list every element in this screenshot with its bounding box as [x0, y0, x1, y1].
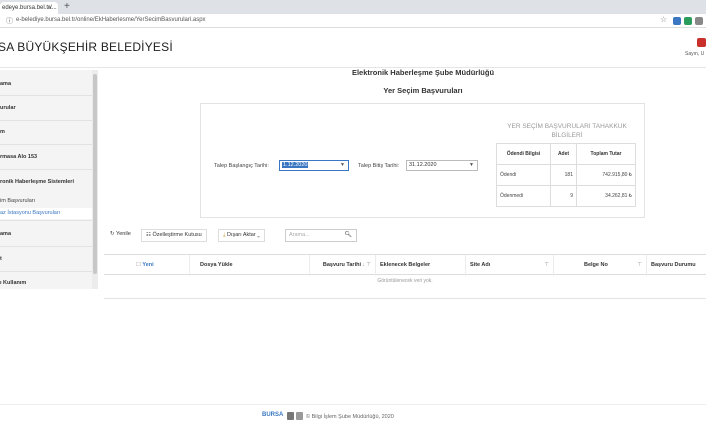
column-header-doc-no[interactable]: Belge No ⊤ [554, 255, 647, 276]
close-tab-icon[interactable]: × [48, 4, 52, 14]
extension-icon[interactable] [684, 17, 692, 25]
start-date-value: 1.12.2020 [282, 162, 309, 168]
customize-label: Özelleştirme Kutusu [152, 232, 202, 238]
tahakkuk-title: YER SEÇİM BAŞVURULARI TAHAKKUK BİLGİLERİ [507, 123, 627, 139]
grid-header: ☐ Yeni Dosya Yükle Başvuru Tarihi ↓ ⊤ Ek… [104, 254, 706, 276]
refresh-icon: ↻ [110, 231, 115, 237]
footer-divider [0, 404, 706, 405]
doc-no-column-label: Belge No [584, 262, 608, 268]
sidebar-item[interactable]: ı Kullanım [0, 280, 92, 286]
table-cell: 742.915,80 ₺ [576, 164, 636, 186]
tahakkuk-table: Ödendi Bilgisi Adet Toplam Tutar Ödendi … [496, 143, 636, 207]
customize-button[interactable]: ☷ Özelleştirme Kutusu [141, 229, 207, 242]
sidebar-item[interactable]: ama [0, 231, 92, 237]
column-header: Adet [550, 143, 577, 165]
footer-copyright: © Bilgi İşlem Şube Müdürlüğü, 2020 [306, 414, 394, 420]
info-icon[interactable]: ⓘ [6, 16, 13, 26]
column-header: Toplam Tutar [576, 143, 636, 165]
sidebar-scrollbar-thumb[interactable] [93, 74, 97, 274]
bursa-logo: BURSA [262, 412, 284, 418]
divider [0, 95, 92, 96]
sidebar-item[interactable]: rmasa Alo 153 [0, 154, 92, 160]
star-icon[interactable]: ☆ [660, 15, 668, 24]
divider [104, 298, 706, 299]
table-cell: Ödendi [496, 164, 551, 186]
sidebar-item[interactable]: ama [0, 81, 92, 87]
address-bar: ⓘ e-belediye.bursa.bel.tr/online/EkHaber… [0, 14, 706, 28]
table-cell: Ödenmedi [496, 185, 551, 207]
divider [0, 144, 92, 145]
list-icon: ☷ [146, 232, 151, 238]
column-header-documents[interactable]: Eklenecek Belgeler [376, 255, 466, 276]
table-cell: 181 [550, 164, 577, 186]
partner-logo [296, 412, 303, 420]
divider [0, 120, 92, 121]
extension-icon[interactable] [695, 17, 703, 25]
divider [0, 169, 92, 170]
export-icon: ⤓ [223, 232, 226, 238]
url-field[interactable]: e-belediye.bursa.bel.tr/online/EkHaberle… [16, 17, 206, 23]
refresh-label: Yenile [116, 231, 131, 237]
start-date-label: Talep Başlangıç Tarihi: [214, 163, 269, 169]
new-link[interactable]: Yeni [142, 262, 153, 268]
filter-icon[interactable]: ↓ ⊤ [362, 255, 371, 276]
user-name[interactable]: Sayın, U [685, 51, 704, 57]
date-column-label: Başvuru Tarihi [322, 262, 361, 268]
site-title: SA BÜYÜKŞEHİR BELEDİYESİ [0, 40, 173, 54]
table-cell: 34.262,81 ₺ [576, 185, 636, 207]
search-placeholder: Arama... [289, 232, 310, 238]
sidebar-subitem[interactable]: im Başvuruları [0, 196, 92, 207]
site-header: SA BÜYÜKŞEHİR BELEDİYESİ Sayın, U [0, 28, 706, 68]
divider [0, 271, 92, 272]
partner-logo [287, 412, 294, 420]
refresh-button[interactable]: ↻ Yenile [106, 229, 135, 242]
column-header-file-upload[interactable]: Dosya Yükle [190, 255, 310, 276]
table-header-row: Ödendi Bilgisi Adet Toplam Tutar [496, 143, 636, 165]
sidebar: ama urular m rmasa Alo 153 ronik Haberle… [0, 70, 98, 289]
empty-message: Görüntülenecek veri yok. [377, 278, 433, 284]
filter-icon[interactable]: ⊤ [544, 255, 549, 276]
checkbox-icon[interactable]: ☐ [136, 262, 141, 268]
site-column-label: Site Adı [470, 262, 491, 268]
column-header: Ödendi Bilgisi [496, 143, 551, 165]
divider [0, 246, 92, 247]
end-date-label: Talep Bitiş Tarihi: [358, 163, 400, 169]
start-date-input[interactable]: 1.12.2020 ▼ [279, 160, 349, 171]
search-icon[interactable]: 🔍︎ [344, 230, 352, 241]
page-subtitle: Yer Seçim Başvuruları [383, 86, 463, 95]
end-date-value: 31.12.2020 [409, 162, 437, 168]
chevron-down-icon: ⌄ [257, 232, 260, 238]
column-header-site[interactable]: Site Adı ⊤ [466, 255, 554, 276]
browser-tab[interactable]: edeye.bursa.bel.tr/... × [0, 2, 58, 14]
column-header-yeni[interactable]: ☐ Yeni [104, 255, 190, 276]
table-cell: 9 [550, 185, 577, 207]
user-icon[interactable] [697, 38, 706, 47]
chevron-down-icon[interactable]: ▼ [469, 161, 474, 170]
sidebar-item[interactable]: urular [0, 105, 92, 111]
search-input[interactable]: Arama... 🔍︎ [285, 229, 357, 242]
new-tab-button[interactable]: + [64, 1, 70, 13]
sidebar-item[interactable]: ronik Haberleşme Sistemleri [0, 179, 92, 185]
column-header-status[interactable]: Başvuru Durumu [647, 255, 706, 276]
browser-tabbar: edeye.bursa.bel.tr/... × + [0, 0, 706, 14]
export-button[interactable]: ⤓ Dışarı Aktar ⌄ [218, 229, 265, 242]
filter-icon[interactable]: ⊤ [637, 255, 642, 276]
table-row: Ödendi 181 742.915,80 ₺ [496, 164, 636, 186]
sidebar-item[interactable]: t [0, 256, 92, 262]
divider [0, 220, 92, 221]
export-label: Dışarı Aktar [226, 232, 256, 238]
sidebar-subitem-active[interactable]: az İstasyonu Başvuruları [0, 208, 92, 219]
chevron-down-icon[interactable]: ▼ [340, 161, 345, 170]
table-row: Ödenmedi 9 34.262,81 ₺ [496, 185, 636, 207]
sidebar-item[interactable]: m [0, 129, 92, 135]
shield-extension-icon[interactable] [673, 17, 681, 25]
end-date-input[interactable]: 31.12.2020 ▼ [406, 160, 478, 171]
page-title: Elektronik Haberleşme Şube Müdürlüğü [351, 68, 495, 77]
column-header-date[interactable]: Başvuru Tarihi ↓ ⊤ [310, 255, 376, 276]
